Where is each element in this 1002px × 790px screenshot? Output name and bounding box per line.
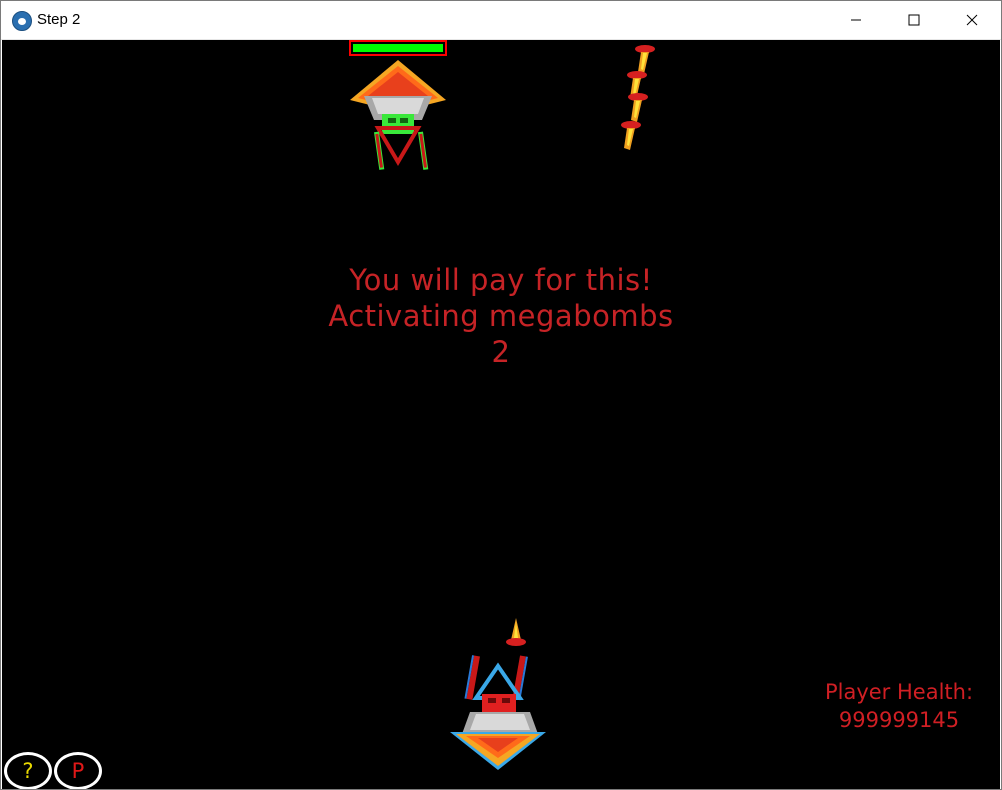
boss-message-line-1: You will pay for this! bbox=[349, 263, 653, 297]
close-icon bbox=[966, 14, 978, 26]
boss-message-line-2: Activating megabombs bbox=[328, 299, 674, 333]
paw-app-icon bbox=[12, 11, 32, 31]
game-canvas[interactable]: You will pay for this! Activating megabo… bbox=[2, 40, 1000, 789]
help-button[interactable]: ? bbox=[4, 752, 52, 789]
boss-message-countdown: 2 bbox=[491, 335, 511, 369]
maximize-icon bbox=[908, 14, 920, 26]
boss-health-fill bbox=[353, 44, 443, 52]
pause-button-label: P bbox=[71, 759, 85, 783]
pause-button[interactable]: P bbox=[54, 752, 102, 789]
window-title: Step 2 bbox=[37, 11, 81, 28]
maximize-button[interactable] bbox=[885, 1, 943, 39]
player-health-value: 999999145 bbox=[838, 708, 960, 732]
minimize-button[interactable] bbox=[827, 1, 885, 39]
player-ship bbox=[450, 655, 546, 770]
help-button-label: ? bbox=[22, 759, 34, 783]
close-button[interactable] bbox=[943, 1, 1001, 39]
player-bullet bbox=[506, 618, 526, 646]
enemy-bullet bbox=[621, 121, 641, 150]
boss-health-bar bbox=[349, 40, 447, 56]
game-window: Step 2 You will pay for this! Activating… bbox=[0, 0, 1002, 790]
minimize-icon bbox=[851, 19, 861, 21]
title-bar[interactable]: Step 2 bbox=[1, 1, 1001, 40]
player-health-label: Player Health: bbox=[824, 680, 974, 704]
enemy-boss-ship bbox=[350, 60, 446, 170]
